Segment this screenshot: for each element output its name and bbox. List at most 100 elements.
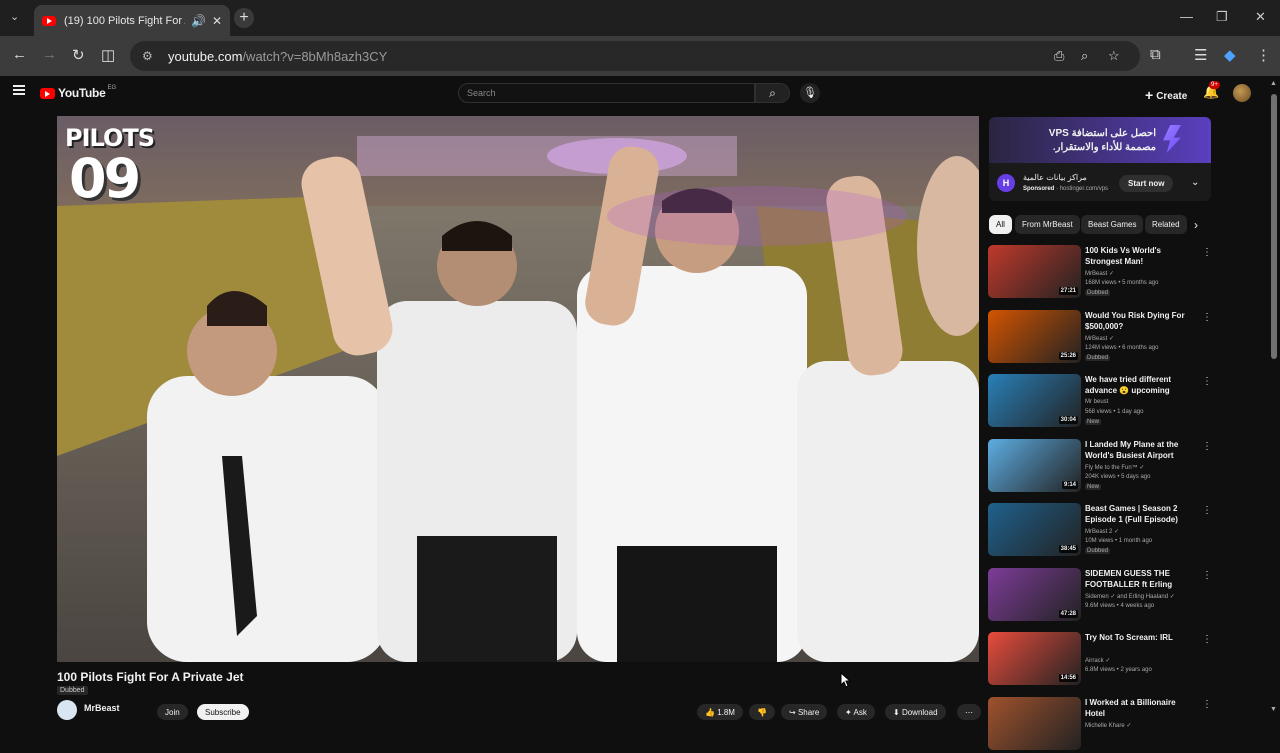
create-button[interactable]: + Create <box>1145 86 1187 103</box>
like-button[interactable]: 👍 1.8M <box>697 704 743 720</box>
more-options-icon[interactable]: ⋮ <box>1202 312 1212 323</box>
tab-close-icon[interactable]: ✕ <box>212 14 222 28</box>
rec-title[interactable]: Beast Games | Season 2 Episode 1 (Full E… <box>1085 503 1197 525</box>
tab-list-icon[interactable]: ⌄ <box>10 10 19 23</box>
bookmark-star-icon[interactable]: ☆ <box>1108 48 1120 64</box>
share-button[interactable]: ↪ Share <box>781 704 828 720</box>
site-info-icon[interactable]: ⚙ <box>142 49 156 63</box>
ad-banner[interactable]: احصل على استضافة VPS مصممة للأداء والاست… <box>989 117 1211 163</box>
ad-start-now-button[interactable]: Start now <box>1119 175 1174 192</box>
rec-title[interactable]: SIDEMEN GUESS THE FOOTBALLER ft Erling H… <box>1085 568 1197 590</box>
recommendation-item[interactable]: I Worked at a Billionaire Hotel Michelle … <box>988 696 1213 753</box>
tab-audio-icon[interactable]: 🔊 <box>191 14 206 28</box>
reload-icon[interactable]: ↻ <box>72 46 85 64</box>
recommendation-item[interactable]: 47:28 SIDEMEN GUESS THE FOOTBALLER ft Erl… <box>988 567 1213 624</box>
more-options-icon[interactable]: ⋮ <box>1202 634 1212 645</box>
video-thumbnail[interactable]: 27:21 <box>988 245 1081 298</box>
browser-menu-icon[interactable]: ⋮ <box>1256 46 1271 64</box>
more-options-icon[interactable]: ⋮ <box>1202 570 1212 581</box>
rec-views: 6.8M views • 2 years ago <box>1085 667 1152 673</box>
rec-views: 9.6M views • 4 weeks ago <box>1085 602 1155 609</box>
video-thumbnail[interactable]: 30:04 <box>988 374 1081 427</box>
page-scrollbar[interactable]: ▲ ▼ <box>1268 76 1280 720</box>
rec-title[interactable]: Try Not To Scream: IRL <box>1085 632 1197 643</box>
search-input[interactable]: Search <box>458 83 755 103</box>
recommendation-item[interactable]: 30:04 We have tried different advance 😮 u… <box>988 374 1213 430</box>
chip-beast-games[interactable]: Beast Games <box>1081 215 1144 234</box>
chip-related[interactable]: Related <box>1145 215 1187 234</box>
back-icon[interactable]: ← <box>12 46 27 63</box>
rec-channel[interactable]: Fly Me to the Fun™ ✓ <box>1085 464 1144 471</box>
recommendation-item[interactable]: 14:56 Try Not To Scream: IRL Airrack ✓ 6.8M… <box>988 632 1213 688</box>
rec-channel[interactable]: Sidemen ✓ and Erling Haaland ✓ <box>1085 593 1175 600</box>
more-options-icon[interactable]: ⋮ <box>1202 247 1212 258</box>
rec-channel[interactable]: Mr beust <box>1085 399 1108 405</box>
video-thumbnail[interactable]: 47:28 <box>988 567 1081 621</box>
video-thumbnail[interactable]: 14:56 <box>988 632 1081 685</box>
recommendation-item[interactable]: 27:21 100 Kids Vs World's Strongest Man! M… <box>988 245 1213 301</box>
rec-title[interactable]: We have tried different advance 😮 upcomi… <box>1085 374 1197 396</box>
recommendation-item[interactable]: 25:26 Would You Risk Dying For $500,000? M… <box>988 309 1213 366</box>
rec-channel[interactable]: MrBeast ✓ <box>1085 270 1114 277</box>
chip-from-mrbeast[interactable]: From MrBeast <box>1015 215 1080 234</box>
browser-tab[interactable]: (19) 100 Pilots Fight For A P 🔊 ✕ <box>34 5 230 36</box>
rec-title[interactable]: I Landed My Plane at the World's Busiest… <box>1085 439 1197 461</box>
more-options-icon[interactable]: ⋮ <box>1202 505 1212 516</box>
video-thumbnail[interactable] <box>988 696 1081 750</box>
chevron-down-icon[interactable]: ⌄ <box>1191 177 1199 188</box>
channel-name[interactable]: MrBeast <box>84 703 120 713</box>
reading-list-icon[interactable]: ☰ <box>1194 46 1207 64</box>
more-options-icon[interactable]: ⋮ <box>1202 441 1212 452</box>
recommendation-item[interactable]: 38:45 Beast Games | Season 2 Episode 1 (F… <box>988 503 1213 559</box>
restore-icon[interactable]: ❐ <box>1216 9 1228 25</box>
minimize-icon[interactable]: — <box>1180 9 1193 24</box>
extensions-icon[interactable]: ⧉ <box>1150 46 1161 63</box>
notification-count-badge: 9+ <box>1209 81 1220 89</box>
address-bar[interactable]: ⚙ youtube.com/watch?v=8bMh8azh3CY <box>130 41 1140 71</box>
more-options-icon[interactable]: ⋮ <box>1202 376 1212 387</box>
account-avatar[interactable] <box>1233 84 1251 102</box>
scroll-thumb[interactable] <box>1271 94 1277 359</box>
subscribe-button[interactable]: Subscribe <box>197 704 249 720</box>
guide-menu-icon[interactable] <box>13 85 25 95</box>
rec-title[interactable]: Would You Risk Dying For $500,000? <box>1085 310 1197 332</box>
video-thumbnail[interactable]: 9:14 <box>988 438 1081 492</box>
search-button[interactable]: ⌕ <box>755 83 790 103</box>
rec-channel[interactable]: Michelle Khare ✓ <box>1085 722 1131 729</box>
install-app-icon[interactable]: ⎙ <box>1054 48 1064 64</box>
youtube-logo[interactable]: YouTube EG <box>40 85 116 100</box>
ask-label: Ask <box>853 708 867 717</box>
rec-views: 568 views • 1 day ago <box>1085 409 1144 415</box>
more-options-icon[interactable]: ⋮ <box>1202 699 1212 710</box>
forward-icon[interactable]: → <box>42 46 57 63</box>
chip-all[interactable]: All <box>989 215 1012 234</box>
split-view-icon[interactable]: ◫ <box>101 46 115 64</box>
window-close-icon[interactable]: ✕ <box>1255 9 1266 25</box>
rec-channel[interactable]: MrBeast ✓ <box>1085 335 1114 342</box>
zoom-icon[interactable]: ⌕ <box>1081 48 1088 64</box>
dislike-button[interactable]: 👎 <box>749 704 775 720</box>
channel-action-row: MrBeast Join Subscribe 👍 1.8M 👎 ↪ Share … <box>57 700 981 720</box>
like-count: 1.8M <box>717 708 735 717</box>
join-button[interactable]: Join <box>157 704 188 720</box>
video-thumbnail[interactable]: 38:45 <box>988 503 1081 556</box>
profile-extension-icon[interactable]: ◆ <box>1224 46 1236 64</box>
video-thumbnail[interactable]: 25:26 <box>988 309 1081 363</box>
new-tab-button[interactable]: + <box>234 8 254 28</box>
rec-channel[interactable]: Airrack ✓ <box>1085 657 1110 664</box>
scroll-up-icon[interactable]: ▲ <box>1270 80 1277 87</box>
rec-channel[interactable]: MrBeast 2 ✓ <box>1085 528 1119 535</box>
video-title: 100 Pilots Fight For A Private Jet <box>57 670 244 684</box>
channel-avatar[interactable] <box>57 700 77 720</box>
rec-title[interactable]: 100 Kids Vs World's Strongest Man! <box>1085 245 1197 267</box>
recommendation-item[interactable]: 9:14 I Landed My Plane at the World's Bus… <box>988 438 1213 495</box>
rec-title[interactable]: I Worked at a Billionaire Hotel <box>1085 697 1197 719</box>
more-actions-button[interactable]: ⋯ <box>957 704 981 720</box>
video-player[interactable]: PILOTS 09 <box>57 116 979 662</box>
sponsored-ad[interactable]: احصل على استضافة VPS مصممة للأداء والاست… <box>989 117 1211 201</box>
ask-button[interactable]: ✦ Ask <box>837 704 875 720</box>
chevron-right-icon[interactable]: › <box>1194 218 1198 232</box>
voice-search-button[interactable]: 🎙 <box>800 83 820 103</box>
scroll-down-icon[interactable]: ▼ <box>1270 706 1277 713</box>
download-button[interactable]: ⬇ Download <box>885 704 946 720</box>
